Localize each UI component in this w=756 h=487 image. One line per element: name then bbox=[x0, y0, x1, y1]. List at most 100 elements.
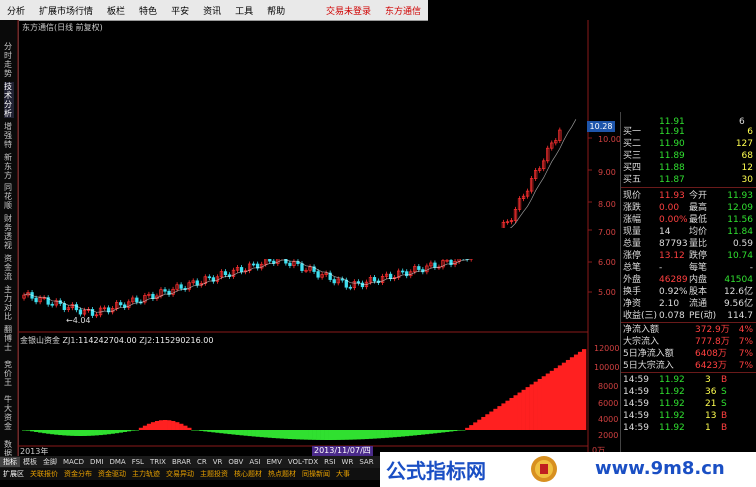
indicator-bar bbox=[360, 430, 365, 440]
indicator-tab[interactable]: DMA bbox=[106, 458, 128, 466]
indicator-bar bbox=[537, 378, 542, 430]
indicator-bar bbox=[58, 430, 63, 436]
extension-link[interactable]: 关联报价 bbox=[27, 469, 61, 479]
extension-link[interactable]: 热点题材 bbox=[265, 469, 299, 479]
indicator-bar bbox=[167, 420, 172, 430]
candle-body bbox=[34, 297, 38, 303]
indicator-bar bbox=[74, 430, 79, 436]
indicator-bar bbox=[312, 430, 317, 440]
zj2-label: ZJ2: bbox=[139, 336, 155, 345]
bid-row[interactable]: 买四 11.88 12 bbox=[623, 162, 755, 174]
candle-body bbox=[135, 297, 139, 303]
flow-row: 5日净流入额 6408万 7% bbox=[623, 349, 753, 359]
indicator-bar bbox=[521, 389, 526, 430]
stat-row: 现量 14 均价 11.84 bbox=[623, 227, 753, 237]
ind-tick-6000: 6000 bbox=[598, 399, 619, 408]
indicator-tab[interactable]: 模板 bbox=[20, 457, 40, 467]
watermark-banner: 公式指标网 www.9m8.cn bbox=[380, 452, 756, 487]
candle-body bbox=[50, 303, 54, 306]
extension-link[interactable]: 资金驱动 bbox=[95, 469, 129, 479]
indicator-bar bbox=[368, 430, 373, 439]
indicator-tab[interactable]: 指标 bbox=[0, 457, 20, 467]
indicator-tab[interactable]: TRIX bbox=[147, 458, 169, 466]
stat-row: 涨跌 0.00 最高 12.09 bbox=[623, 203, 753, 213]
stat-row: 总笔 - 每笔 - bbox=[623, 263, 753, 273]
extension-link[interactable]: 主题投资 bbox=[197, 469, 231, 479]
indicator-bar bbox=[573, 354, 579, 430]
ind-tick-2000: 2000 bbox=[598, 431, 619, 440]
indicator-bar bbox=[384, 430, 389, 438]
chart-title: 东方通信(日线 前复权) bbox=[22, 23, 103, 32]
indicator-bar bbox=[432, 430, 438, 434]
indicator-bar bbox=[255, 430, 260, 437]
candle-body bbox=[163, 289, 167, 292]
y-tick-7: 7.00 bbox=[598, 228, 616, 237]
indicator-bar bbox=[308, 430, 313, 440]
extension-link[interactable]: 主力轨迹 bbox=[129, 469, 163, 479]
indicator-tab[interactable]: RSI bbox=[321, 458, 338, 466]
indicator-bar bbox=[348, 430, 353, 440]
indicator-tab[interactable]: OBV bbox=[225, 458, 246, 466]
indicator-bar bbox=[513, 395, 518, 430]
y-tick-6: 6.00 bbox=[598, 258, 616, 267]
extension-link[interactable]: 核心题材 bbox=[231, 469, 265, 479]
bid-row[interactable]: 买二 11.90 127 bbox=[623, 138, 755, 150]
extension-link[interactable]: 资金分布 bbox=[61, 469, 95, 479]
extension-links: 扩展区 关联报价 资金分布 资金驱动 主力轨迹 交易异动 主题投资 核心题材 热点题材 同操新闻大… bbox=[0, 468, 380, 480]
indicator-bar bbox=[243, 430, 248, 436]
indicator-bar bbox=[94, 430, 99, 436]
indicator-bar bbox=[545, 373, 551, 430]
indicator-tab[interactable]: WR bbox=[339, 458, 357, 466]
indicator-bar bbox=[199, 430, 204, 431]
candle-body bbox=[372, 277, 377, 282]
indicator-bar bbox=[134, 430, 140, 431]
indicator-bar bbox=[275, 430, 281, 439]
extension-link[interactable]: 大事 bbox=[333, 469, 353, 479]
redacted-area-chart bbox=[240, 228, 515, 259]
low-price-label: ←4.04 bbox=[66, 316, 91, 325]
indicator-bar bbox=[328, 430, 333, 440]
indicator-bar bbox=[138, 427, 144, 430]
indicator-tab[interactable]: DMI bbox=[87, 458, 107, 466]
candle-body bbox=[239, 267, 244, 273]
indicator-bar bbox=[453, 430, 458, 432]
bid-row[interactable]: 买三 11.89 68 bbox=[623, 150, 755, 162]
banner-site-name: 公式指标网 bbox=[386, 459, 486, 483]
indicator-bar bbox=[412, 430, 418, 436]
indicator-tab[interactable]: ASI bbox=[246, 458, 263, 466]
extension-link[interactable]: 扩展区 bbox=[0, 469, 27, 479]
current-price-tag: 10.28 bbox=[587, 121, 615, 132]
indicator-bar bbox=[223, 430, 228, 434]
indicator-bar bbox=[304, 430, 309, 440]
indicator-bar bbox=[22, 430, 27, 431]
indicator-tab[interactable]: 金脚 bbox=[40, 457, 60, 467]
indicator-bar bbox=[122, 430, 128, 432]
bid-row[interactable]: 买一 11.91 6 bbox=[623, 126, 755, 138]
indicator-tab[interactable]: SAR bbox=[356, 458, 376, 466]
indicator-bar bbox=[396, 430, 401, 437]
extension-link[interactable]: 交易异动 bbox=[163, 469, 197, 479]
quote-panel: 11.91 6 买一 11.91 6 买二 11.90 127 买三 11.89 … bbox=[620, 112, 756, 460]
indicator-bar bbox=[404, 430, 410, 437]
indicator-tab[interactable]: EMV bbox=[264, 458, 285, 466]
indicator-tab[interactable]: CR bbox=[194, 458, 210, 466]
indicator-bar bbox=[30, 430, 35, 432]
indicator-bar bbox=[569, 357, 575, 430]
indicator-tab[interactable]: VR bbox=[210, 458, 226, 466]
indicator-bar bbox=[481, 416, 486, 430]
extension-link[interactable]: 同操新闻 bbox=[299, 469, 333, 479]
indicator-bar bbox=[493, 408, 498, 430]
indicator-bar bbox=[98, 430, 103, 436]
indicator-bar bbox=[54, 430, 59, 435]
indicator-bar bbox=[183, 425, 188, 430]
indicator-tab[interactable]: FSL bbox=[129, 458, 147, 466]
bid-row[interactable]: 买五 11.87 30 bbox=[623, 174, 755, 186]
indicator-bar bbox=[541, 376, 547, 430]
indicator-bar bbox=[420, 430, 426, 435]
indicator-bar bbox=[291, 430, 297, 440]
indicator-tab[interactable]: MACD bbox=[60, 458, 87, 466]
indicator-tab[interactable]: VOL-TDX bbox=[285, 458, 321, 466]
indicator-bar bbox=[376, 430, 381, 439]
indicator-tab[interactable]: BRAR bbox=[169, 458, 194, 466]
candle-body bbox=[300, 263, 304, 271]
